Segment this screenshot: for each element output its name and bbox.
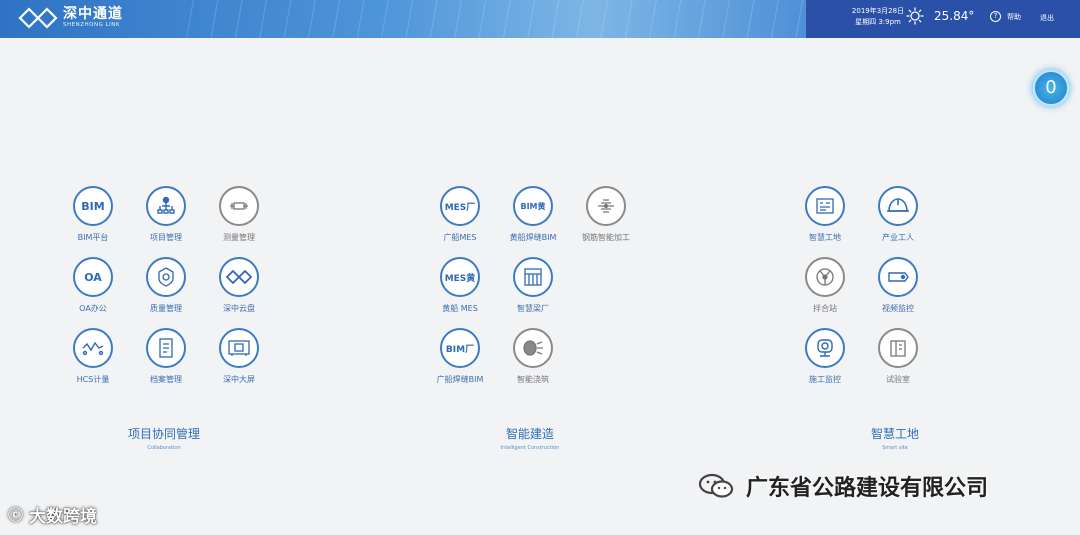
app-label: 档案管理 <box>150 375 182 384</box>
mes-icon: MES黄 <box>440 257 480 297</box>
bim-icon: BIM <box>73 186 113 226</box>
app-video-monitoring[interactable]: 视频监控 <box>863 257 933 314</box>
header-status-panel: 2019年3月28日 星期四 3:9pm 25.84° ? 帮助 退出 <box>806 0 1080 38</box>
logout-button[interactable]: 退出 <box>1040 13 1054 23</box>
temperature: 25.84° <box>934 9 975 23</box>
oa-icon: OA <box>73 257 113 297</box>
app-smart-beam-factory[interactable]: 智慧梁厂 <box>498 257 568 314</box>
app-smart-site[interactable]: 智慧工地 <box>790 186 860 243</box>
app-industrial-workers[interactable]: 产业工人 <box>863 186 933 243</box>
app-rebar-processing[interactable]: 钢筋智能加工 <box>571 186 641 243</box>
app-label: 智能浇筑 <box>517 375 549 384</box>
app-label: BIM平台 <box>77 233 109 242</box>
app-gc-mes[interactable]: MES厂 广船MES <box>425 186 495 243</box>
app-label: OA办公 <box>79 304 107 313</box>
app-label: 深中云盘 <box>223 304 255 313</box>
app-hc-weld-bim[interactable]: BIM黄 黄船焊缝BIM <box>498 186 568 243</box>
mixer-icon <box>805 257 845 297</box>
help-button[interactable]: ? 帮助 <box>990 11 1021 22</box>
app-oa-office[interactable]: OA OA办公 <box>58 257 128 314</box>
app-label: 广船MES <box>443 233 477 242</box>
section-subtitle: Smart site <box>882 445 908 451</box>
top-header: 深中通道 SHENZHONG LINK 2019年3月28日 星期四 3:9pm… <box>0 0 1080 38</box>
help-icon: ? <box>990 11 1001 22</box>
app-construction-monitoring[interactable]: 施工监控 <box>790 328 860 385</box>
app-label: 项目管理 <box>150 233 182 242</box>
watermark-left-text: 大数跨境 <box>29 507 98 527</box>
app-laboratory[interactable]: 试验室 <box>863 328 933 385</box>
app-bim-platform[interactable]: BIM BIM平台 <box>58 186 128 243</box>
section-subtitle: Intelligent Construction <box>500 445 560 451</box>
section-collaboration: 项目协同管理 Collaboration <box>84 425 244 451</box>
pouring-icon <box>513 328 553 368</box>
section-title: 智慧工地 <box>870 427 919 441</box>
site-map-icon <box>805 186 845 226</box>
app-label: 质量管理 <box>150 304 182 313</box>
link-logo-icon <box>219 257 259 297</box>
app-label: 视频监控 <box>882 304 914 313</box>
app-label: HCS计量 <box>76 375 110 384</box>
app-label: 钢筋智能加工 <box>582 233 630 242</box>
logo-icon <box>18 7 58 29</box>
notification-badge[interactable]: 0 <box>1033 70 1069 106</box>
document-icon <box>146 328 186 368</box>
app-smart-pouring[interactable]: 智能浇筑 <box>498 328 568 385</box>
watermark-right-text: 广东省公路建设有限公司 <box>746 476 989 501</box>
app-hc-mes[interactable]: MES黄 黄船 MES <box>425 257 495 314</box>
app-mixing-station[interactable]: 拌合站 <box>790 257 860 314</box>
app-survey-management[interactable]: 测量管理 <box>204 186 274 243</box>
sun-icon <box>906 7 924 25</box>
logo[interactable]: 深中通道 SHENZHONG LINK <box>18 6 123 30</box>
lab-icon <box>878 328 918 368</box>
section-intelligent-construction: 智能建造 Intelligent Construction <box>450 425 610 451</box>
beam-factory-icon <box>513 257 553 297</box>
watermark-logo-icon: ⓒ <box>8 506 24 524</box>
screen-icon <box>219 328 259 368</box>
watermark-right: 广东省公路建设有限公司 <box>698 470 988 502</box>
date-text: 2019年3月28日 <box>851 7 905 15</box>
org-chart-icon <box>146 186 186 226</box>
survey-icon <box>219 186 259 226</box>
app-label: 黄船焊缝BIM <box>509 233 557 242</box>
watermark-left: ⓒ 大数跨境 <box>8 502 97 527</box>
app-label: 测量管理 <box>223 233 255 242</box>
rebar-icon <box>586 186 626 226</box>
datetime: 2019年3月28日 星期四 3:9pm <box>848 6 908 28</box>
app-label: 深中大屏 <box>223 375 255 384</box>
logo-title: 深中通道 <box>63 6 123 23</box>
section-title: 项目协同管理 <box>127 427 200 441</box>
app-label: 黄船 MES <box>442 304 478 313</box>
app-gc-weld-bim[interactable]: BIM厂 广船焊缝BIM <box>425 328 495 385</box>
help-label: 帮助 <box>1007 12 1021 21</box>
wechat-icon <box>698 473 734 498</box>
section-smart-site: 智慧工地 Smart site <box>815 425 975 451</box>
app-label: 智慧工地 <box>809 233 841 242</box>
app-label: 产业工人 <box>882 233 914 242</box>
app-label: 施工监控 <box>809 375 841 384</box>
app-label: 试验室 <box>886 375 910 384</box>
app-archive-management[interactable]: 档案管理 <box>131 328 201 385</box>
app-label: 广船焊缝BIM <box>436 375 484 384</box>
quality-badge-icon <box>146 257 186 297</box>
app-label: 智慧梁厂 <box>517 304 549 313</box>
weekday-time-text: 星期四 3:9pm <box>855 18 901 26</box>
section-title: 智能建造 <box>505 427 554 441</box>
camera-icon <box>878 257 918 297</box>
webcam-icon <box>805 328 845 368</box>
mes-icon: MES厂 <box>440 186 480 226</box>
app-cloud-disk[interactable]: 深中云盘 <box>204 257 274 314</box>
app-project-management[interactable]: 项目管理 <box>131 186 201 243</box>
app-hcs-metering[interactable]: HCS计量 <box>58 328 128 385</box>
bim-icon: BIM黄 <box>513 186 553 226</box>
section-subtitle: Collaboration <box>147 445 181 451</box>
logo-subtitle: SHENZHONG LINK <box>63 22 120 29</box>
bim-icon: BIM厂 <box>440 328 480 368</box>
app-label: 拌合站 <box>813 304 837 313</box>
hardhat-icon <box>878 186 918 226</box>
app-big-screen[interactable]: 深中大屏 <box>204 328 274 385</box>
meter-icon <box>73 328 113 368</box>
app-quality-management[interactable]: 质量管理 <box>131 257 201 314</box>
